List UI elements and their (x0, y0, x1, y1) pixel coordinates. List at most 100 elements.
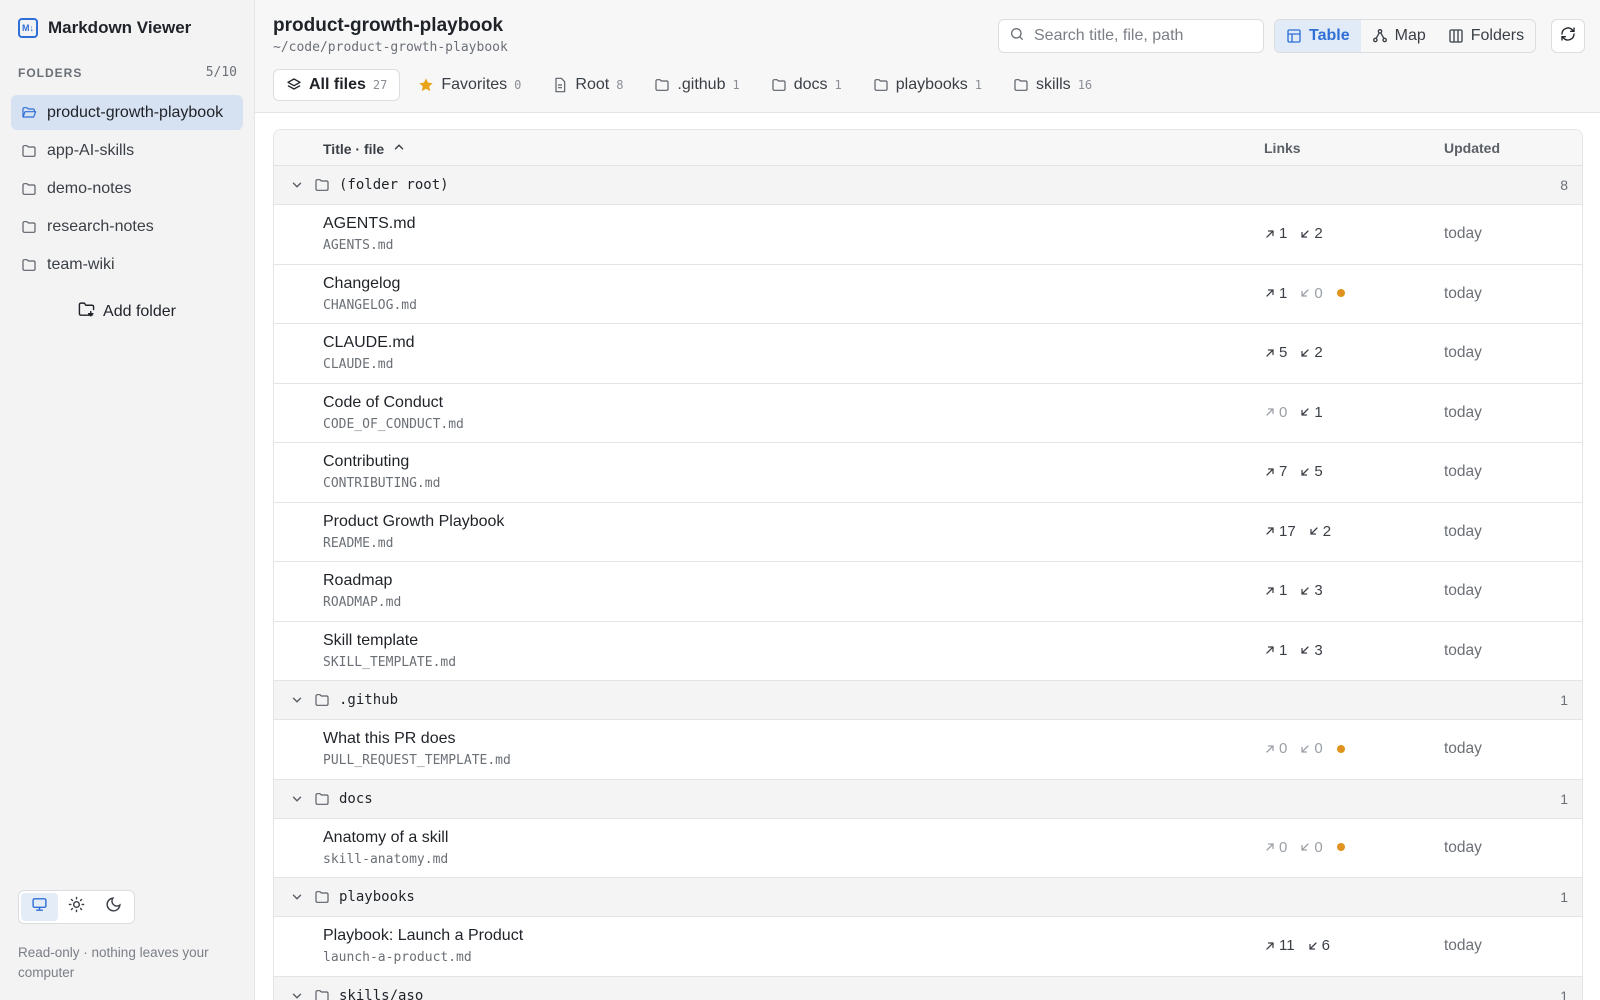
link-counts: 10 (1264, 285, 1345, 302)
app-title: Markdown Viewer (48, 18, 192, 37)
outgoing-count: 1 (1279, 225, 1288, 242)
map-icon (1372, 28, 1388, 44)
arrow-down-left-icon (1308, 525, 1320, 537)
file-row[interactable]: Contributing CONTRIBUTING.md 7 5 today (274, 443, 1582, 503)
filter-label: Favorites (441, 76, 508, 93)
sidebar-folder-label: team-wiki (47, 255, 115, 273)
filter-chip[interactable]: skills 16 (1000, 69, 1105, 101)
file-icon (552, 77, 568, 93)
folder-group-row[interactable]: docs 1 (274, 779, 1582, 819)
sidebar-folder-item[interactable]: demo-notes (11, 171, 243, 206)
incoming-count: 0 (1314, 838, 1323, 856)
group-count: 1 (1560, 987, 1568, 1000)
filter-count: 1 (834, 78, 842, 92)
status-dot (1336, 289, 1345, 297)
star-icon (418, 77, 434, 93)
chevron-down-icon (290, 693, 304, 712)
sidebar-folder-item[interactable]: research-notes (11, 209, 243, 244)
file-row[interactable]: Skill template SKILL_TEMPLATE.md 1 3 today (274, 621, 1582, 681)
filter-bar: All files 27 Favorites 0 Root 8 .github 1 docs 1 p… (273, 69, 1105, 101)
file-title: Contributing (323, 453, 410, 470)
incoming-links: 0 (1299, 838, 1323, 856)
incoming-count: 2 (1314, 344, 1323, 361)
file-name: AGENTS.md (323, 238, 394, 253)
file-name: PULL_REQUEST_TEMPLATE.md (323, 753, 511, 768)
layers-icon (286, 77, 302, 93)
updated-date: today (1444, 641, 1482, 659)
file-name: skill-anatomy.md (323, 851, 449, 867)
folder-icon (654, 77, 670, 93)
files-table: Title · file Links Updated (folder root)… (273, 129, 1583, 1000)
theme-system-button[interactable] (21, 893, 58, 921)
incoming-count: 3 (1314, 582, 1323, 599)
page-title: product-growth-playbook (273, 15, 504, 36)
group-count: 1 (1560, 889, 1568, 905)
filter-label: Root (575, 76, 610, 93)
chevron-down-icon (290, 792, 304, 811)
filter-label: playbooks (895, 76, 968, 93)
sidebar-folder-item[interactable]: team-wiki (11, 247, 243, 282)
file-name: launch-a-product.md (323, 950, 472, 965)
outgoing-links: 11 (1264, 937, 1295, 954)
group-name: skills/aso (339, 987, 424, 1000)
file-row[interactable]: CLAUDE.md CLAUDE.md 5 2 today (274, 324, 1582, 384)
folders-label: FOLDERS (18, 65, 83, 80)
file-row[interactable]: Product Growth Playbook README.md 17 2 today (274, 502, 1582, 562)
outgoing-links: 0 (1264, 404, 1287, 421)
folder-group-row[interactable]: skills/aso 1 (274, 976, 1582, 1000)
incoming-links: 6 (1307, 937, 1330, 954)
search-input[interactable] (1034, 27, 1254, 45)
sidebar-folder-item[interactable]: app-AI-skills (11, 133, 243, 168)
folder-open-icon (21, 105, 37, 121)
folder-icon (1013, 77, 1029, 93)
outgoing-count: 7 (1279, 463, 1288, 480)
view-folders-button[interactable]: Folders (1437, 20, 1535, 52)
filter-chip[interactable]: .github 1 (641, 69, 752, 101)
sidebar-folder-item[interactable]: product-growth-playbook (11, 95, 243, 130)
filter-chip[interactable]: All files 27 (273, 69, 401, 101)
status-dot (1336, 843, 1345, 851)
filter-chip[interactable]: docs 1 (758, 69, 855, 101)
folders-count: 5/10 (205, 65, 237, 80)
refresh-button[interactable] (1551, 19, 1585, 53)
arrow-up-right-icon (1264, 347, 1276, 359)
updated-date: today (1444, 582, 1482, 599)
file-row[interactable]: Code of Conduct CODE_OF_CONDUCT.md 0 1 today (274, 383, 1582, 443)
filter-chip[interactable]: playbooks 1 (860, 69, 995, 101)
arrow-up-right-icon (1264, 228, 1276, 240)
group-name: docs (339, 790, 373, 807)
file-row[interactable]: What this PR does PULL_REQUEST_TEMPLATE.m… (274, 720, 1582, 780)
file-row[interactable]: Playbook: Launch a Product launch-a-produ… (274, 917, 1582, 977)
column-title-sort-button[interactable]: Title · file (323, 140, 406, 157)
outgoing-links: 17 (1264, 523, 1296, 540)
column-links-label: Links (1264, 140, 1301, 156)
chevron-down-icon (290, 890, 304, 909)
filter-chip[interactable]: Root 8 (539, 69, 636, 101)
folder-group-row[interactable]: playbooks 1 (274, 878, 1582, 917)
arrow-up-right-icon (1264, 585, 1276, 597)
outgoing-count: 0 (1279, 403, 1288, 421)
markdown-logo-icon: M↓ (18, 18, 38, 38)
theme-dark-button[interactable] (95, 893, 132, 921)
group-name: playbooks (339, 889, 415, 905)
incoming-links: 3 (1299, 582, 1323, 599)
file-name: CONTRIBUTING.md (323, 476, 441, 491)
view-label: Table (1309, 27, 1350, 44)
folder-group-row[interactable]: .github 1 (274, 681, 1582, 720)
filter-label: skills (1036, 76, 1071, 93)
folder-group-row[interactable]: (folder root) 8 (274, 166, 1582, 205)
outgoing-links: 0 (1264, 839, 1287, 856)
folders-header: FOLDERS 5/10 (18, 65, 237, 80)
file-row[interactable]: Changelog CHANGELOG.md 1 0 today (274, 264, 1582, 324)
filter-chip[interactable]: Favorites 0 (405, 69, 534, 101)
view-map-button[interactable]: Map (1361, 20, 1437, 52)
add-folder-button[interactable]: Add folder (11, 294, 243, 330)
view-table-button[interactable]: Table (1275, 20, 1361, 52)
arrow-down-left-icon (1299, 228, 1311, 240)
table-icon (1286, 28, 1302, 44)
file-row[interactable]: Anatomy of a skill skill-anatomy.md 0 0 toda… (274, 818, 1582, 878)
theme-light-button[interactable] (58, 893, 95, 921)
file-row[interactable]: Roadmap ROADMAP.md 1 3 today (274, 562, 1582, 622)
folder-icon (314, 988, 330, 1000)
file-row[interactable]: AGENTS.md AGENTS.md 1 2 today (274, 205, 1582, 265)
